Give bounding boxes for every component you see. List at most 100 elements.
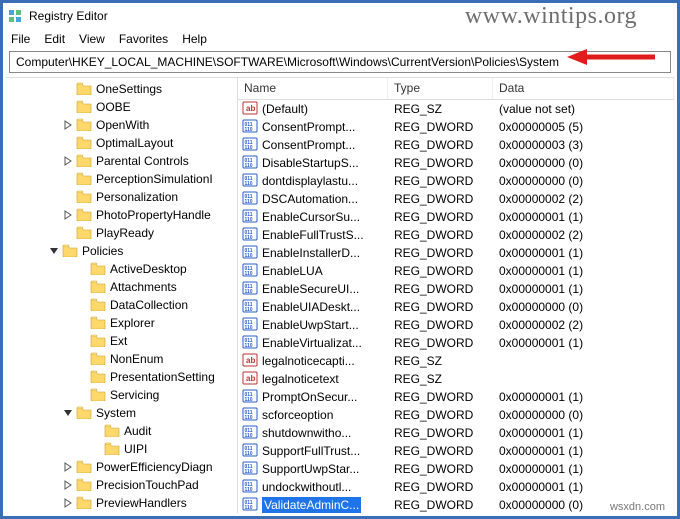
chevron-right-icon[interactable] (62, 209, 74, 221)
tree-item[interactable]: PrecisionTouchPad (6, 476, 237, 494)
tree-item[interactable]: OpenWith (6, 116, 237, 134)
tree-item[interactable]: Attachments (6, 278, 237, 296)
value-row[interactable]: 011110undockwithoutl...REG_DWORD0x000000… (238, 478, 674, 496)
tree-item[interactable]: UIPI (6, 440, 237, 458)
col-header-name[interactable]: Name (238, 78, 388, 99)
tree-item[interactable]: Personalization (6, 188, 237, 206)
value-name: DSCAutomation... (262, 192, 358, 206)
value-row[interactable]: 011110EnableLUAREG_DWORD0x00000001 (1) (238, 262, 674, 280)
tree-item[interactable]: Servicing (6, 386, 237, 404)
folder-icon (62, 243, 78, 260)
value-row[interactable]: 011110ConsentPrompt...REG_DWORD0x0000000… (238, 118, 674, 136)
chevron-right-icon[interactable] (62, 479, 74, 491)
folder-icon (76, 405, 92, 422)
folder-icon (76, 513, 92, 514)
tree-item[interactable]: Privacy (6, 512, 237, 513)
tree-item[interactable]: Parental Controls (6, 152, 237, 170)
svg-text:110: 110 (245, 163, 253, 169)
value-row[interactable]: 011110EnableUwpStart...REG_DWORD0x000000… (238, 316, 674, 334)
tree-item[interactable]: OneSettings (6, 80, 237, 98)
svg-text:ab: ab (246, 104, 255, 113)
value-row[interactable]: 011110EnableInstallerD...REG_DWORD0x0000… (238, 244, 674, 262)
value-row[interactable]: 011110dontdisplaylastu...REG_DWORD0x0000… (238, 172, 674, 190)
value-row[interactable]: 011110shutdownwitho...REG_DWORD0x0000000… (238, 424, 674, 442)
chevron-right-icon[interactable] (62, 461, 74, 473)
col-header-type[interactable]: Type (388, 78, 493, 99)
svg-text:110: 110 (245, 199, 253, 205)
reg-dword-icon: 011110 (242, 406, 258, 425)
tree-item-label: PresentationSetting (110, 370, 215, 384)
tree-item[interactable]: OptimalLayout (6, 134, 237, 152)
folder-icon (76, 171, 92, 188)
twist-spacer (90, 425, 102, 437)
tree-item[interactable]: Explorer (6, 314, 237, 332)
tree-item[interactable]: System (6, 404, 237, 422)
svg-text:110: 110 (245, 307, 253, 313)
tree-pane[interactable]: OneSettingsOOBEOpenWithOptimalLayoutPare… (6, 78, 238, 513)
value-row[interactable]: 011110DisableStartupS...REG_DWORD0x00000… (238, 154, 674, 172)
menu-view[interactable]: View (79, 32, 105, 46)
chevron-right-icon[interactable] (62, 119, 74, 131)
value-row[interactable]: ablegalnoticecapti...REG_SZ (238, 352, 674, 370)
svg-text:110: 110 (245, 343, 253, 349)
tree-item[interactable]: PreviewHandlers (6, 494, 237, 512)
value-row[interactable]: 011110SupportUwpStar...REG_DWORD0x000000… (238, 460, 674, 478)
tree-item-label: DataCollection (110, 298, 188, 312)
reg-dword-icon: 011110 (242, 424, 258, 443)
value-row[interactable]: 011110EnableVirtualizat...REG_DWORD0x000… (238, 334, 674, 352)
menu-file[interactable]: File (11, 32, 30, 46)
value-row[interactable]: 011110EnableCursorSu...REG_DWORD0x000000… (238, 208, 674, 226)
tree-item[interactable]: PhotoPropertyHandle (6, 206, 237, 224)
tree-item[interactable]: PowerEfficiencyDiagn (6, 458, 237, 476)
tree-item[interactable]: PlayReady (6, 224, 237, 242)
chevron-right-icon[interactable] (62, 497, 74, 509)
value-data: 0x00000001 (1) (493, 264, 674, 278)
folder-icon (104, 423, 120, 440)
menu-edit[interactable]: Edit (44, 32, 65, 46)
folder-icon (76, 225, 92, 242)
value-name: SupportUwpStar... (262, 462, 359, 476)
folder-icon (90, 297, 106, 314)
tree-item[interactable]: OOBE (6, 98, 237, 116)
tree-item[interactable]: Audit (6, 422, 237, 440)
tree-item[interactable]: Ext (6, 332, 237, 350)
value-row[interactable]: 011110PromptOnSecur...REG_DWORD0x0000000… (238, 388, 674, 406)
tree-item[interactable]: ActiveDesktop (6, 260, 237, 278)
value-row[interactable]: ab(Default)REG_SZ(value not set) (238, 100, 674, 118)
chevron-down-icon[interactable] (48, 245, 60, 257)
tree-item[interactable]: DataCollection (6, 296, 237, 314)
chevron-right-icon[interactable] (62, 155, 74, 167)
tree-item[interactable]: NonEnum (6, 350, 237, 368)
value-row[interactable]: 011110scforceoptionREG_DWORD0x00000000 (… (238, 406, 674, 424)
value-data: 0x00000002 (2) (493, 192, 674, 206)
value-row[interactable]: 011110EnableSecureUI...REG_DWORD0x000000… (238, 280, 674, 298)
value-row[interactable]: 011110ConsentPrompt...REG_DWORD0x0000000… (238, 136, 674, 154)
value-type: REG_DWORD (388, 246, 493, 260)
menu-help[interactable]: Help (182, 32, 207, 46)
tree-item[interactable]: PerceptionSimulationI (6, 170, 237, 188)
value-data: 0x00000001 (1) (493, 210, 674, 224)
list-header[interactable]: Name Type Data (238, 78, 674, 100)
value-row[interactable]: ablegalnoticetextREG_SZ (238, 370, 674, 388)
svg-text:110: 110 (245, 145, 253, 151)
tree-item-label: ActiveDesktop (110, 262, 187, 276)
value-type: REG_DWORD (388, 264, 493, 278)
tree-item[interactable]: Policies (6, 242, 237, 260)
tree-item[interactable]: PresentationSetting (6, 368, 237, 386)
svg-text:110: 110 (245, 181, 253, 187)
col-header-data[interactable]: Data (493, 78, 674, 99)
value-row[interactable]: 011110DSCAutomation...REG_DWORD0x0000000… (238, 190, 674, 208)
svg-text:110: 110 (245, 235, 253, 241)
watermark-main: www.wintips.org (465, 3, 637, 30)
value-name: EnableUIADeskt... (262, 300, 360, 314)
folder-icon (76, 477, 92, 494)
value-name: legalnoticecapti... (262, 354, 355, 368)
chevron-down-icon[interactable] (62, 407, 74, 419)
reg-dword-icon: 011110 (242, 280, 258, 299)
values-pane[interactable]: Name Type Data ab(Default)REG_SZ(value n… (238, 78, 674, 513)
value-row[interactable]: 011110SupportFullTrust...REG_DWORD0x0000… (238, 442, 674, 460)
value-row[interactable]: 011110EnableFullTrustS...REG_DWORD0x0000… (238, 226, 674, 244)
value-row[interactable]: 011110EnableUIADeskt...REG_DWORD0x000000… (238, 298, 674, 316)
svg-text:110: 110 (245, 469, 253, 475)
menu-favorites[interactable]: Favorites (119, 32, 168, 46)
